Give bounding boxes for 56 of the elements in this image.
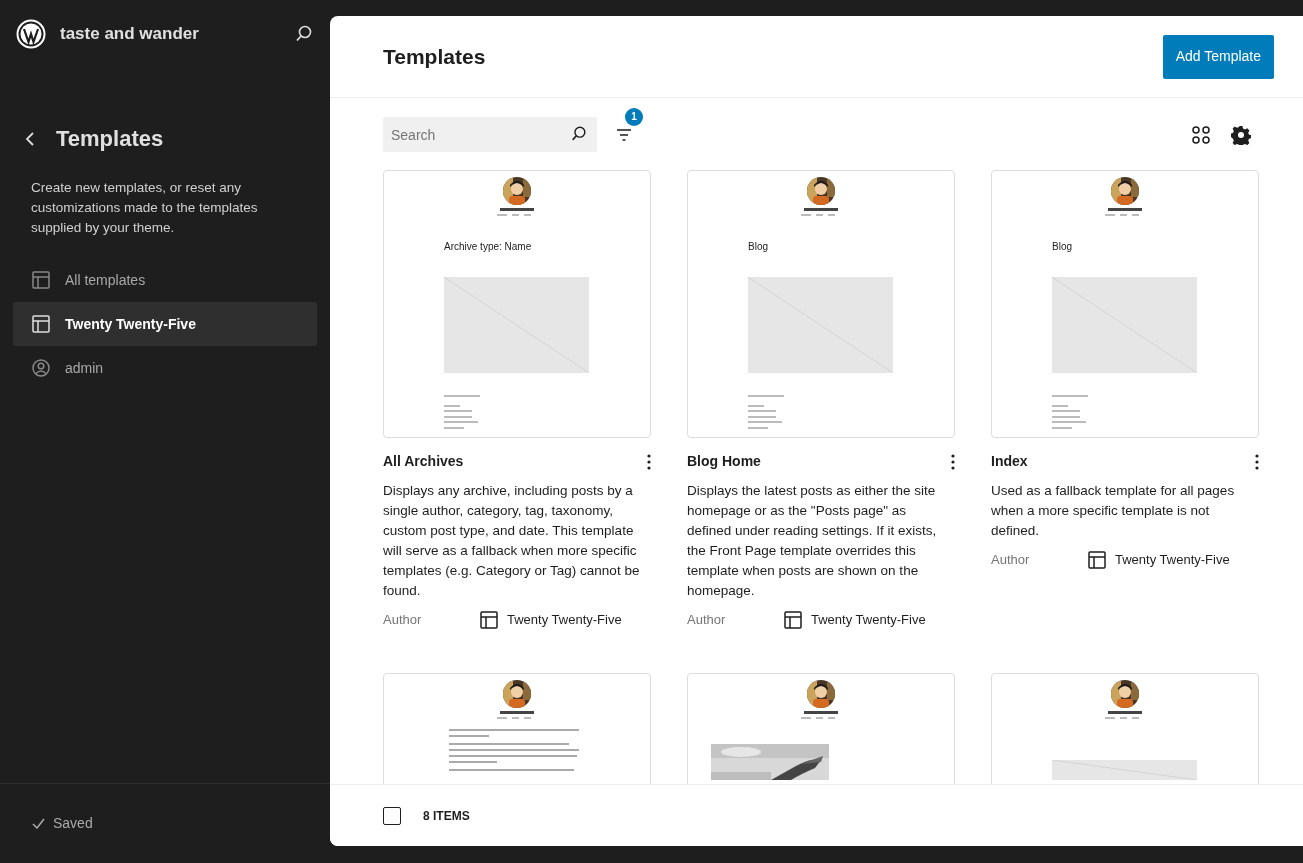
search-icon[interactable] [294,24,314,44]
more-options-icon[interactable] [951,452,955,471]
site-title-line-drawing [1108,711,1142,714]
select-all-checkbox[interactable] [383,806,401,825]
sidebar-description: Create new templates, or reset any customizations made to the templates supplied by your theme. [30,179,259,237]
sidebar-item[interactable]: Twenty Twenty-Five [13,302,317,346]
template-title[interactable]: All Archives [383,451,464,472]
layout-icon [31,270,51,290]
author-name: Twenty Twenty-Five [811,611,926,630]
template-description: Displays any archive, including posts by a single author, category, tag, taxonomy, custom post type, and date. This template will serve as a fallback when more specific templates (e.g. Category or Tag) cannot be found. [383,482,641,600]
more-options-icon[interactable] [647,452,651,471]
template-title[interactable]: Blog Home [687,451,761,472]
layout-icon [479,610,499,630]
search-field[interactable]: Search [383,117,597,152]
item-count: 8 ITEMS [423,807,470,825]
layout-icon [783,610,803,630]
sidebar-item[interactable]: All templates [13,258,317,302]
user-icon [31,358,51,378]
grid-view-icon[interactable] [1191,124,1211,145]
more-options-icon[interactable] [1255,452,1259,471]
preview-heading: Archive type: Name [444,241,532,253]
page-title: Templates [383,43,486,70]
author-label: Author [687,611,727,630]
text-lines-drawing [444,395,480,429]
layout-icon [1087,550,1107,570]
template-preview[interactable]: Blog [991,170,1259,438]
text-lines-drawing [748,395,784,429]
template-description: Used as a fallback template for all pages when a more specific template is not defined. [991,482,1236,540]
site-title-line-drawing [804,208,838,211]
site-title-line-drawing [1108,208,1142,211]
filter-icon[interactable] [616,127,632,142]
sidebar-item[interactable]: admin [13,346,317,390]
template-preview[interactable]: Archive type: Name [383,170,651,438]
site-title-line-drawing [500,208,534,211]
site-title-line-drawing [804,711,838,714]
author-name: Twenty Twenty-Five [507,611,622,630]
filter-count-badge: 1 [625,107,643,126]
template-description: Displays the latest posts as either the site homepage or as the "Posts page" as defined under reading settings. If it exists, the Front Page template overrides this template when posts are shown on the homepage. [687,482,938,600]
search-icon [570,125,588,143]
preview-heading: Blog [1052,241,1072,253]
layout-icon [31,314,51,334]
checkmark-icon [32,818,45,829]
text-lines-drawing [1052,395,1088,429]
template-preview[interactable]: Blog [687,170,955,438]
author-label: Author [383,611,423,630]
saved-status: Saved [53,814,93,833]
wordpress-logo-icon[interactable] [16,19,46,49]
settings-icon[interactable] [1231,124,1251,145]
preview-heading: Blog [748,241,768,253]
site-title-line-drawing [500,711,534,714]
sidebar-title: Templates [56,125,164,153]
template-title[interactable]: Index [991,451,1028,472]
author-name: Twenty Twenty-Five [1115,551,1230,570]
author-label: Author [991,551,1031,570]
site-title[interactable]: taste and wander [60,21,280,47]
add-template-button[interactable]: Add Template [1162,34,1274,79]
